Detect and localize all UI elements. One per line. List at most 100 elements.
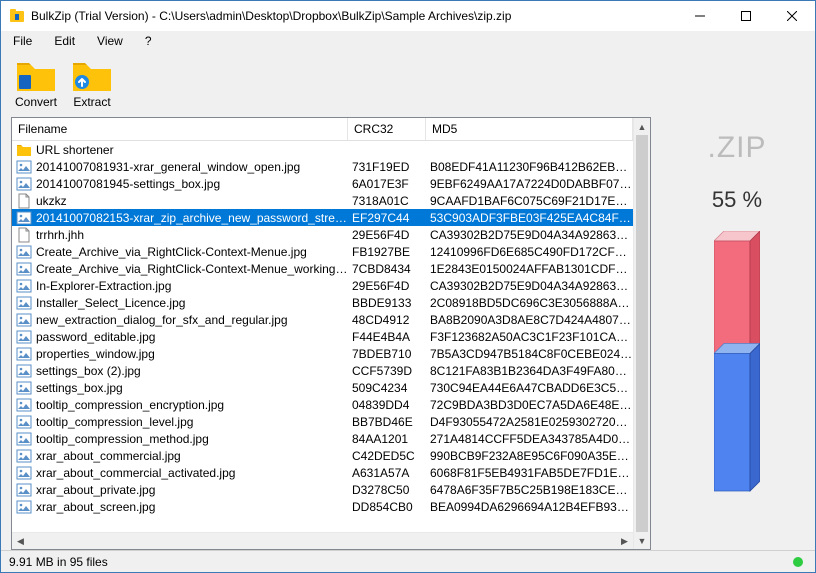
table-row[interactable]: xrar_about_private.jpgD3278C506478A6F35F… — [12, 481, 633, 498]
toolbar: Convert Extract — [1, 51, 815, 117]
file-md5: 1E2843E0150024AFFAB1301CDF2E6D494 — [426, 262, 633, 276]
table-row[interactable]: In-Explorer-Extraction.jpg 29E56F4DCA3930… — [12, 277, 633, 294]
file-name: 20141007081945-settings_box.jpg — [36, 177, 220, 191]
extract-label: Extract — [73, 95, 110, 109]
convert-label: Convert — [15, 95, 57, 109]
file-crc: BBDE9133 — [348, 296, 426, 310]
table-row[interactable]: password_editable.jpgF44E4B4AF3F123682A5… — [12, 328, 633, 345]
table-row[interactable]: URL shortener — [12, 141, 633, 158]
file-md5: BEA0994DA6296694A12B4EFB93E6D4A5 — [426, 500, 633, 514]
table-row[interactable]: Create_Archive_via_RightClick-Context-Me… — [12, 260, 633, 277]
vertical-scrollbar[interactable]: ▲ ▼ — [633, 118, 650, 549]
scroll-left-button[interactable]: ◀ — [12, 533, 29, 549]
file-rows: URL shortener20141007081931-xrar_general… — [12, 141, 633, 532]
file-md5: 9EBF6249AA17A7224D0DABBF0755B4EE — [426, 177, 633, 191]
menu-file[interactable]: File — [9, 33, 36, 49]
file-md5: 12410996FD6E685C490FD172CFB23F3E — [426, 245, 633, 259]
file-md5: 271A4814CCFF5DEA343785A4D0E9805F — [426, 432, 633, 446]
table-row[interactable]: 20141007081931-xrar_general_window_open.… — [12, 158, 633, 175]
image-icon — [16, 295, 32, 311]
table-row[interactable]: xrar_about_screen.jpgDD854CB0BEA0994DA62… — [12, 498, 633, 515]
file-md5: 6478A6F35F7B5C25B198E183CE4D96E3 — [426, 483, 633, 497]
file-crc: FB1927BE — [348, 245, 426, 259]
file-crc: 731F19ED — [348, 160, 426, 174]
vscroll-thumb[interactable] — [636, 135, 648, 532]
table-row[interactable]: 20141007082153-xrar_zip_archive_new_pass… — [12, 209, 633, 226]
file-crc: 7318A01C — [348, 194, 426, 208]
file-crc: 29E56F4D — [348, 279, 426, 293]
horizontal-scrollbar[interactable]: ◀ ▶ — [12, 532, 633, 549]
file-icon — [16, 227, 32, 243]
column-crc32[interactable]: CRC32 — [348, 118, 426, 140]
menu-edit[interactable]: Edit — [50, 33, 79, 49]
image-icon — [16, 244, 32, 260]
table-row[interactable]: trrhrh.jhh29E56F4DCA39302B2D75E9D04A34A9… — [12, 226, 633, 243]
file-crc: A631A57A — [348, 466, 426, 480]
table-row[interactable]: properties_window.jpg7BDEB7107B5A3CD947B… — [12, 345, 633, 362]
image-icon — [16, 448, 32, 464]
table-row[interactable]: new_extraction_dialog_for_sfx_and_regula… — [12, 311, 633, 328]
file-name: Installer_Select_Licence.jpg — [36, 296, 185, 310]
menu-help[interactable]: ? — [141, 33, 156, 49]
file-name: ukzkz — [36, 194, 67, 208]
file-list-panel: Filename CRC32 MD5 URL shortener20141007… — [11, 117, 651, 550]
image-icon — [16, 329, 32, 345]
close-button[interactable] — [769, 1, 815, 31]
app-icon — [9, 8, 25, 24]
file-md5: 7B5A3CD947B5184C8F0CEBE024C20334 — [426, 347, 633, 361]
table-row[interactable]: Create_Archive_via_RightClick-Context-Me… — [12, 243, 633, 260]
file-md5: D4F93055472A2581E0259302720CE965 — [426, 415, 633, 429]
table-row[interactable]: settings_box.jpg509C4234730C94EA44E6A47C… — [12, 379, 633, 396]
scroll-down-button[interactable]: ▼ — [634, 532, 650, 549]
table-row[interactable]: settings_box (2).jpgCCF5739D8C121FA83B1B… — [12, 362, 633, 379]
extract-icon — [71, 57, 113, 93]
file-name: 20141007082153-xrar_zip_archive_new_pass… — [36, 211, 348, 225]
maximize-button[interactable] — [723, 1, 769, 31]
file-crc: CCF5739D — [348, 364, 426, 378]
file-name: settings_box (2).jpg — [36, 364, 141, 378]
file-md5: 990BCB9F232A8E95C6F090A35E9C67B4 — [426, 449, 633, 463]
scroll-right-button[interactable]: ▶ — [616, 533, 633, 549]
folder-icon — [16, 142, 32, 158]
file-name: xrar_about_commercial_activated.jpg — [36, 466, 235, 480]
image-icon — [16, 465, 32, 481]
file-md5: 53C903ADF3FBE03F425EA4C84F4942F1 — [426, 211, 633, 225]
file-crc: 7BDEB710 — [348, 347, 426, 361]
file-name: In-Explorer-Extraction.jpg — [36, 279, 171, 293]
minimize-button[interactable] — [677, 1, 723, 31]
extract-button[interactable]: Extract — [67, 57, 117, 109]
table-row[interactable]: ukzkz 7318A01C9CAAFD1BAF6C075C69F21D17EE2… — [12, 192, 633, 209]
image-icon — [16, 346, 32, 362]
title-bar: BulkZip (Trial Version) - C:\Users\admin… — [1, 1, 815, 31]
file-md5: 730C94EA44E6A47CBADD6E3C5ABDB435 — [426, 381, 633, 395]
table-row[interactable]: xrar_about_commercial.jpgC42DED5C990BCB9… — [12, 447, 633, 464]
column-md5[interactable]: MD5 — [426, 118, 633, 140]
convert-icon — [15, 57, 57, 93]
file-crc: 29E56F4D — [348, 228, 426, 242]
table-row[interactable]: tooltip_compression_encryption.jpg04839D… — [12, 396, 633, 413]
image-icon — [16, 210, 32, 226]
table-row[interactable]: xrar_about_commercial_activated.jpg A631A… — [12, 464, 633, 481]
file-name: tooltip_compression_method.jpg — [36, 432, 209, 446]
table-row[interactable]: 20141007081945-settings_box.jpg 6A017E3F9… — [12, 175, 633, 192]
file-crc: C42DED5C — [348, 449, 426, 463]
table-row[interactable]: tooltip_compression_level.jpgBB7BD46ED4F… — [12, 413, 633, 430]
scroll-up-button[interactable]: ▲ — [634, 118, 650, 135]
file-crc: D3278C50 — [348, 483, 426, 497]
file-md5: CA39302B2D75E9D04A34A928635328AC — [426, 228, 633, 242]
file-name: password_editable.jpg — [36, 330, 155, 344]
file-crc: 6A017E3F — [348, 177, 426, 191]
hscroll-track[interactable] — [29, 533, 616, 549]
file-icon — [16, 193, 32, 209]
menu-view[interactable]: View — [93, 33, 127, 49]
file-md5: 6068F81F5EB4931FAB5DE7FD1E99CFB9 — [426, 466, 633, 480]
convert-button[interactable]: Convert — [11, 57, 61, 109]
archive-type-label: .ZIP — [707, 131, 766, 165]
file-md5: 9CAAFD1BAF6C075C69F21D17EE293F31 — [426, 194, 633, 208]
table-row[interactable]: Installer_Select_Licence.jpgBBDE91332C08… — [12, 294, 633, 311]
table-row[interactable]: tooltip_compression_method.jpg84AA120127… — [12, 430, 633, 447]
file-crc: 48CD4912 — [348, 313, 426, 327]
column-filename[interactable]: Filename — [12, 118, 348, 140]
compression-percent-label: 55 % — [712, 187, 762, 213]
file-md5: CA39302B2D75E9D04A34A928635328AC — [426, 279, 633, 293]
